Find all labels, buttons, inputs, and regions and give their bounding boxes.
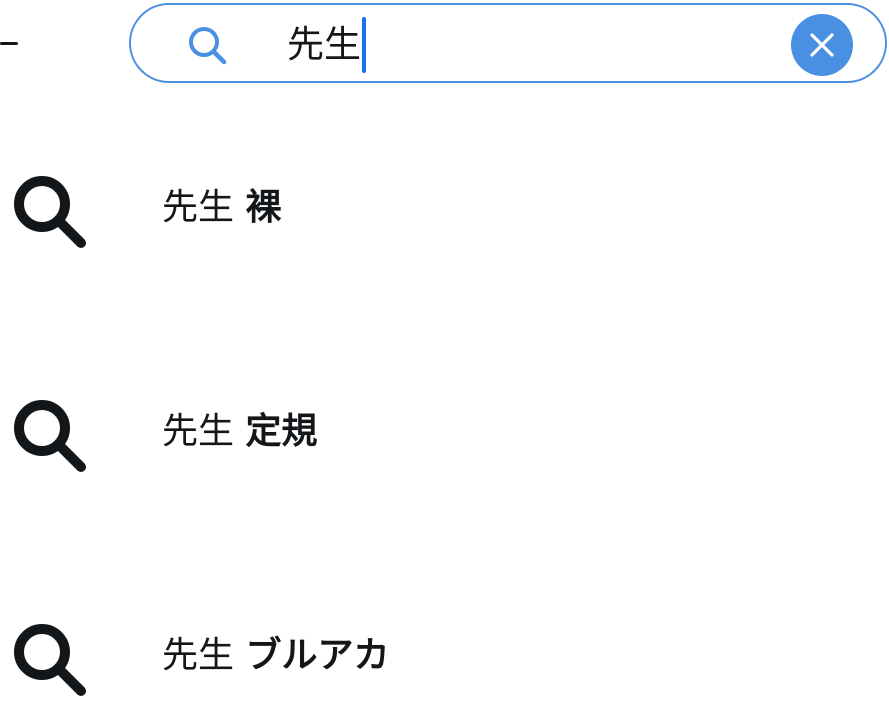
search-screen: 先生 先生 裸 先生 定規 先生 ブルアカ xyxy=(0,0,889,718)
close-icon xyxy=(810,33,834,57)
search-icon xyxy=(14,400,86,472)
back-arrow-icon[interactable] xyxy=(0,42,18,45)
suggestion-item[interactable]: 先生 裸 xyxy=(0,148,889,268)
suggestion-completion: ブルアカ xyxy=(245,635,390,676)
suggestion-item[interactable]: 先生 定規 xyxy=(0,372,889,492)
clear-search-button[interactable] xyxy=(791,14,853,76)
suggestion-text: 先生 ブルアカ xyxy=(162,634,389,678)
suggestion-text: 先生 定規 xyxy=(162,410,317,454)
suggestion-completion: 裸 xyxy=(245,187,282,228)
search-bar[interactable]: 先生 xyxy=(129,3,887,83)
suggestion-item[interactable]: 先生 ブルアカ xyxy=(0,596,889,716)
search-input-value: 先生 xyxy=(287,23,361,66)
search-input[interactable]: 先生 xyxy=(287,17,767,73)
suggestion-query: 先生 xyxy=(162,411,235,452)
search-icon xyxy=(189,27,227,65)
text-caret xyxy=(362,17,366,73)
suggestion-completion: 定規 xyxy=(245,411,318,452)
suggestion-query: 先生 xyxy=(162,187,235,228)
search-icon xyxy=(14,176,86,248)
suggestion-query: 先生 xyxy=(162,635,235,676)
search-icon xyxy=(14,624,86,696)
suggestion-text: 先生 裸 xyxy=(162,186,281,230)
